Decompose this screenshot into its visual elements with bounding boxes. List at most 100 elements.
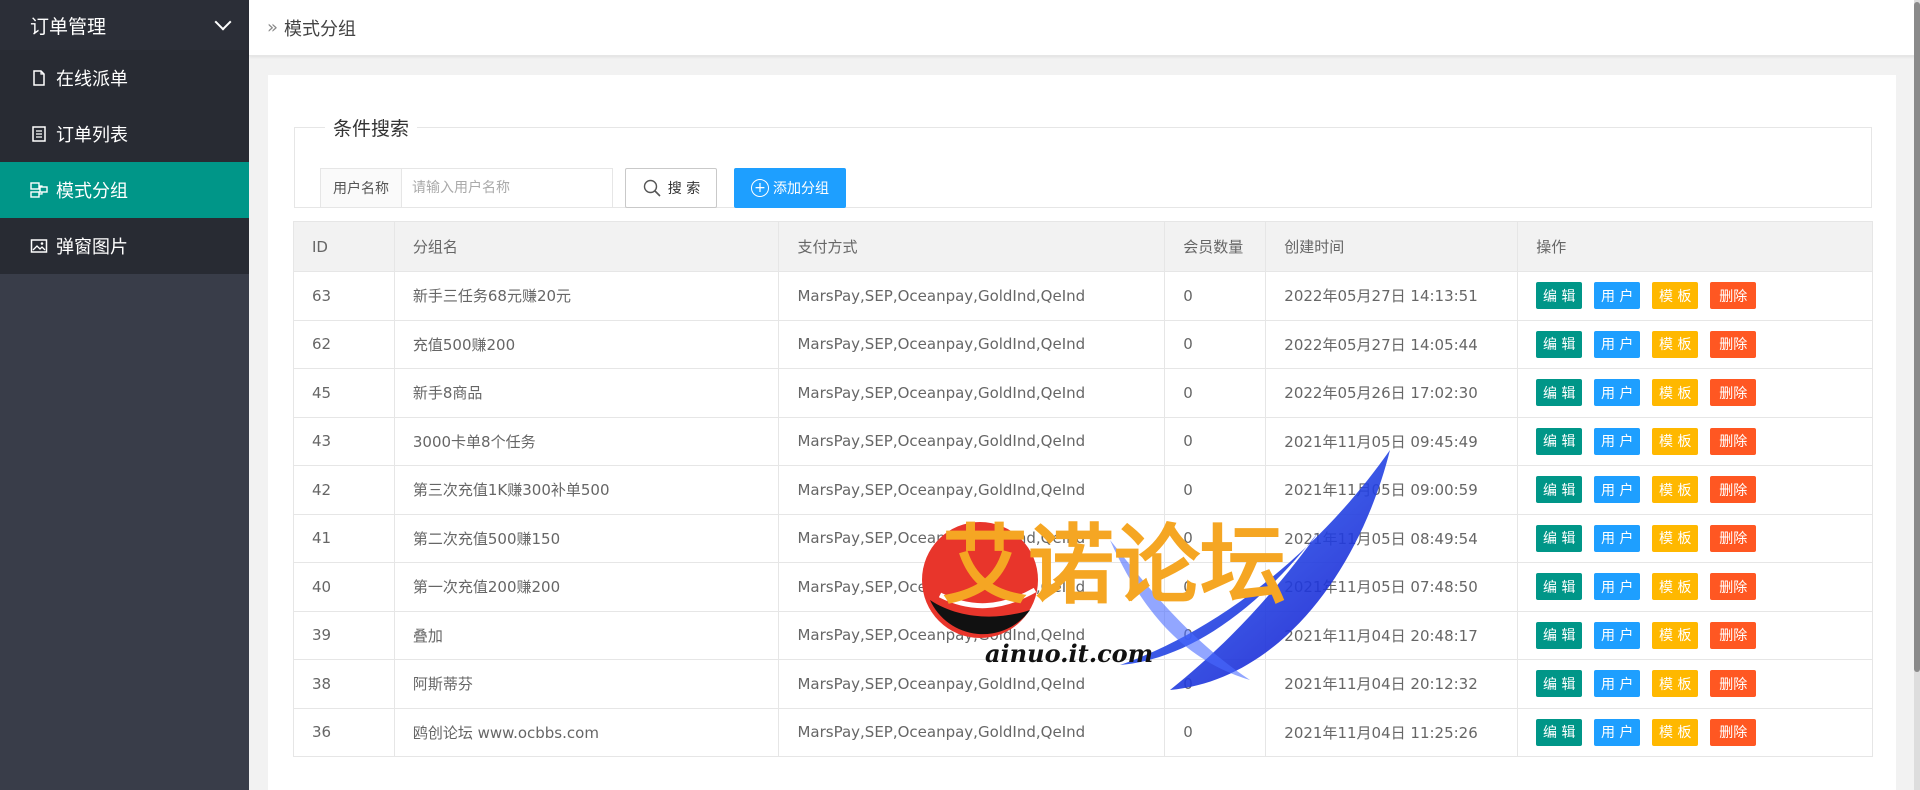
cell-name: 新手三任务68元赚20元 <box>393 271 780 321</box>
search-row: 用户名称 搜 索 + 添加分组 <box>320 168 846 208</box>
cell-count: 0 <box>1164 659 1267 709</box>
delete-button[interactable]: 删除 <box>1710 621 1757 649</box>
add-group-button[interactable]: + 添加分组 <box>734 168 846 208</box>
edit-button[interactable]: 编 辑 <box>1536 427 1583 455</box>
user-button[interactable]: 用 户 <box>1594 670 1641 698</box>
cell-id: 43 <box>293 416 395 466</box>
template-button[interactable]: 模 板 <box>1652 573 1699 601</box>
delete-button[interactable]: 删除 <box>1710 573 1757 601</box>
column-header-name[interactable]: 分组名 <box>393 221 780 272</box>
delete-button[interactable]: 删除 <box>1710 330 1757 358</box>
column-header-payment[interactable]: 支付方式 <box>778 221 1166 272</box>
delete-button[interactable]: 删除 <box>1710 670 1757 698</box>
delete-button[interactable]: 删除 <box>1710 476 1757 504</box>
user-button[interactable]: 用 户 <box>1594 718 1641 746</box>
table-row: 40 第一次充值200赚200 MarsPay,SEP,Oceanpay,Gol… <box>293 562 1873 612</box>
top-bar: » 模式分组 <box>249 0 1920 56</box>
template-button[interactable]: 模 板 <box>1652 621 1699 649</box>
edit-button[interactable]: 编 辑 <box>1536 573 1583 601</box>
cell-payment: MarsPay,SEP,Oceanpay,GoldInd,QeInd <box>778 368 1166 418</box>
user-button[interactable]: 用 户 <box>1594 282 1641 310</box>
add-group-label: 添加分组 <box>773 181 829 197</box>
column-header-id[interactable]: ID <box>293 221 395 272</box>
user-button[interactable]: 用 户 <box>1594 476 1641 504</box>
cell-time: 2021年11月04日 20:48:17 <box>1265 610 1519 660</box>
cell-time: 2021年11月04日 11:25:26 <box>1265 707 1519 757</box>
cell-name: 第一次充值200赚200 <box>393 562 780 612</box>
search-button[interactable]: 搜 索 <box>625 168 717 208</box>
sidebar-group-order-management[interactable]: 订单管理 <box>0 0 249 50</box>
cell-name: 第二次充值500赚150 <box>393 513 780 563</box>
user-button[interactable]: 用 户 <box>1594 524 1641 552</box>
column-header-member-count[interactable]: 会员数量 <box>1164 221 1267 272</box>
template-button[interactable]: 模 板 <box>1652 476 1699 504</box>
template-button[interactable]: 模 板 <box>1652 379 1699 407</box>
cell-count: 0 <box>1164 271 1267 321</box>
cell-payment: MarsPay,SEP,Oceanpay,GoldInd,QeInd <box>778 319 1166 369</box>
template-button[interactable]: 模 板 <box>1652 282 1699 310</box>
edit-button[interactable]: 编 辑 <box>1536 476 1583 504</box>
search-button-label: 搜 索 <box>667 181 701 197</box>
user-button[interactable]: 用 户 <box>1594 573 1641 601</box>
cell-actions: 编 辑 用 户 模 板 删除 <box>1517 368 1873 418</box>
column-header-actions: 操作 <box>1517 221 1873 272</box>
sidebar-item-online-dispatch[interactable]: 在线派单 <box>0 50 249 106</box>
template-button[interactable]: 模 板 <box>1652 718 1699 746</box>
user-button[interactable]: 用 户 <box>1594 621 1641 649</box>
username-input[interactable] <box>401 168 613 208</box>
user-button[interactable]: 用 户 <box>1594 379 1641 407</box>
cell-payment: MarsPay,SEP,Oceanpay,GoldInd,QeInd <box>778 707 1166 757</box>
edit-button[interactable]: 编 辑 <box>1536 379 1583 407</box>
double-chevron-right-icon: » <box>267 17 279 38</box>
table-row: 41 第二次充值500赚150 MarsPay,SEP,Oceanpay,Gol… <box>293 513 1873 563</box>
cell-actions: 编 辑 用 户 模 板 删除 <box>1517 659 1873 709</box>
table-row: 38 阿斯蒂芬 MarsPay,SEP,Oceanpay,GoldInd,QeI… <box>293 659 1873 709</box>
main-card: 条件搜索 用户名称 搜 索 + 添加分组 ID 分组名 支付方式 会员数量 创建 <box>268 75 1896 790</box>
user-button[interactable]: 用 户 <box>1594 427 1641 455</box>
cell-name: 叠加 <box>393 610 780 660</box>
edit-button[interactable]: 编 辑 <box>1536 330 1583 358</box>
search-panel: 条件搜索 用户名称 搜 索 + 添加分组 <box>294 114 1872 208</box>
cell-actions: 编 辑 用 户 模 板 删除 <box>1517 562 1873 612</box>
edit-button[interactable]: 编 辑 <box>1536 282 1583 310</box>
cell-count: 0 <box>1164 562 1267 612</box>
search-legend: 条件搜索 <box>333 118 410 140</box>
template-button[interactable]: 模 板 <box>1652 427 1699 455</box>
column-header-created-time[interactable]: 创建时间 <box>1265 221 1519 272</box>
cell-time: 2021年11月05日 07:48:50 <box>1265 562 1519 612</box>
template-button[interactable]: 模 板 <box>1652 670 1699 698</box>
edit-button[interactable]: 编 辑 <box>1536 524 1583 552</box>
cell-id: 40 <box>293 562 395 612</box>
cell-actions: 编 辑 用 户 模 板 删除 <box>1517 271 1873 321</box>
cell-payment: MarsPay,SEP,Oceanpay,GoldInd,QeInd <box>778 659 1166 709</box>
template-button[interactable]: 模 板 <box>1652 524 1699 552</box>
page-scrollbar[interactable] <box>1914 0 1920 790</box>
delete-button[interactable]: 删除 <box>1710 718 1757 746</box>
cell-time: 2021年11月05日 08:49:54 <box>1265 513 1519 563</box>
sidebar-item-mode-group[interactable]: 模式分组 <box>0 162 249 218</box>
sidebar-item-label: 在线派单 <box>56 69 128 90</box>
search-icon <box>643 179 661 197</box>
cell-time: 2022年05月26日 17:02:30 <box>1265 368 1519 418</box>
edit-button[interactable]: 编 辑 <box>1536 621 1583 649</box>
cell-actions: 编 辑 用 户 模 板 删除 <box>1517 319 1873 369</box>
breadcrumb: 模式分组 <box>284 18 357 40</box>
scrollbar-thumb[interactable] <box>1914 2 1920 672</box>
sidebar-item-order-list[interactable]: 订单列表 <box>0 106 249 162</box>
template-button[interactable]: 模 板 <box>1652 330 1699 358</box>
sidebar-item-popup-image[interactable]: 弹窗图片 <box>0 218 249 274</box>
cell-count: 0 <box>1164 416 1267 466</box>
cell-id: 39 <box>293 610 395 660</box>
group-icon <box>30 181 48 199</box>
delete-button[interactable]: 删除 <box>1710 524 1757 552</box>
group-table: ID 分组名 支付方式 会员数量 创建时间 操作 63 新手三任务68元赚20元… <box>293 221 1873 757</box>
delete-button[interactable]: 删除 <box>1710 379 1757 407</box>
delete-button[interactable]: 删除 <box>1710 282 1757 310</box>
cell-id: 63 <box>293 271 395 321</box>
cell-name: 新手8商品 <box>393 368 780 418</box>
delete-button[interactable]: 删除 <box>1710 427 1757 455</box>
edit-button[interactable]: 编 辑 <box>1536 718 1583 746</box>
edit-button[interactable]: 编 辑 <box>1536 670 1583 698</box>
cell-actions: 编 辑 用 户 模 板 删除 <box>1517 610 1873 660</box>
user-button[interactable]: 用 户 <box>1594 330 1641 358</box>
